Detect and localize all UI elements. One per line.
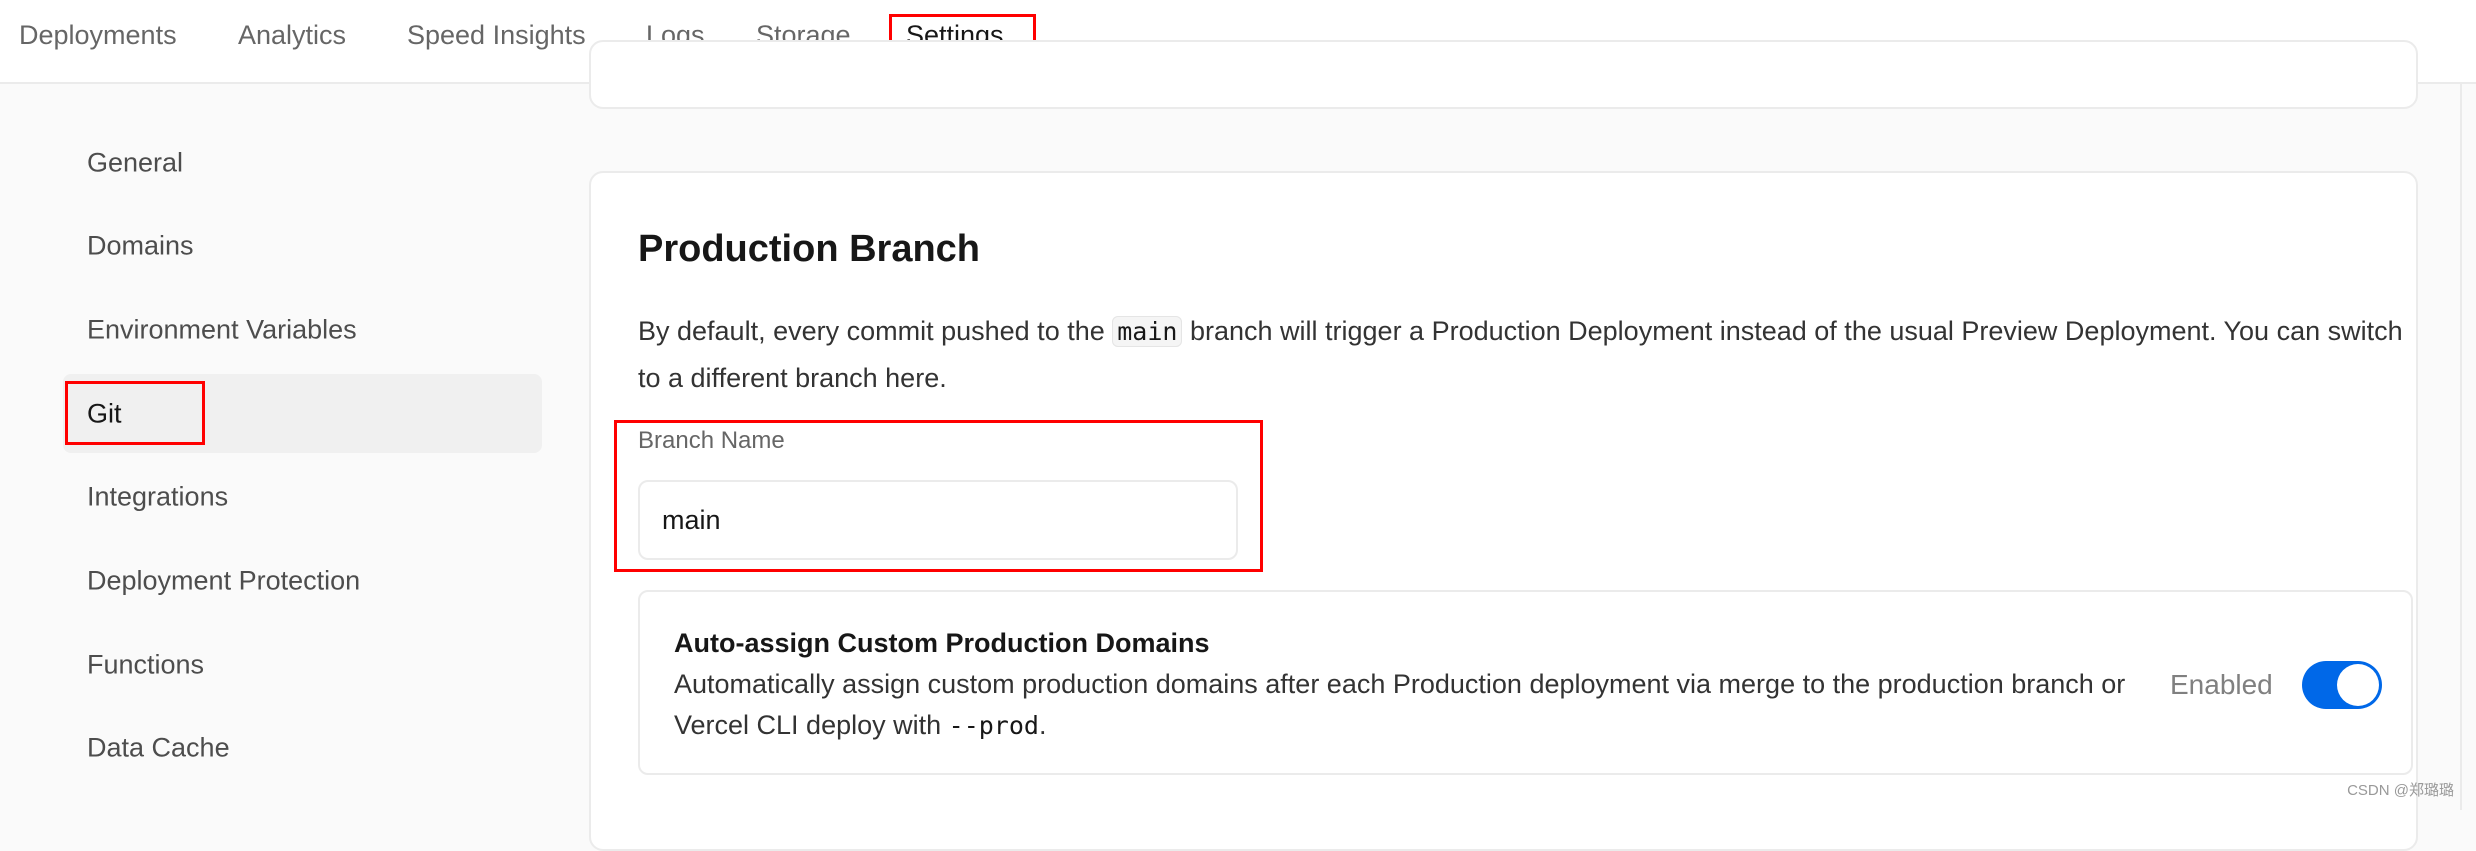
sidebar-item-environment-variables[interactable]: Environment Variables — [87, 315, 357, 346]
sidebar-item-data-cache[interactable]: Data Cache — [87, 733, 230, 764]
highlight-box-git — [65, 381, 205, 445]
auto-assign-description: Automatically assign custom production d… — [674, 664, 2174, 746]
tab-analytics[interactable]: Analytics — [238, 20, 346, 51]
section-title: Production Branch — [638, 228, 981, 270]
description-text: Automatically assign custom production d… — [674, 669, 2126, 740]
previous-settings-card — [589, 40, 2418, 109]
inline-code: main — [1112, 316, 1183, 347]
sidebar-item-domains[interactable]: Domains — [87, 231, 194, 262]
watermark: CSDN @郑璐璐 — [2347, 782, 2454, 799]
section-description: By default, every commit pushed to the m… — [638, 308, 2408, 401]
auto-assign-domains-card: Auto-assign Custom Production Domains Au… — [638, 590, 2413, 775]
highlight-box-branch — [614, 420, 1263, 572]
sidebar-item-general[interactable]: General — [87, 148, 183, 179]
sidebar-item-deployment-protection[interactable]: Deployment Protection — [87, 566, 360, 597]
sidebar-item-integrations[interactable]: Integrations — [87, 482, 228, 513]
auto-assign-title: Auto-assign Custom Production Domains — [674, 628, 1210, 658]
description-text: By default, every commit pushed to the — [638, 316, 1113, 346]
tab-speed-insights[interactable]: Speed Insights — [407, 20, 586, 51]
tab-deployments[interactable]: Deployments — [19, 20, 177, 51]
auto-assign-toggle[interactable] — [2302, 661, 2382, 709]
inline-code: --prod — [948, 711, 1039, 740]
sidebar-item-functions[interactable]: Functions — [87, 650, 204, 681]
scrollbar[interactable] — [2460, 84, 2476, 810]
toggle-status-label: Enabled — [2170, 669, 2273, 700]
toggle-knob — [2337, 664, 2379, 706]
description-text: . — [1038, 710, 1047, 740]
